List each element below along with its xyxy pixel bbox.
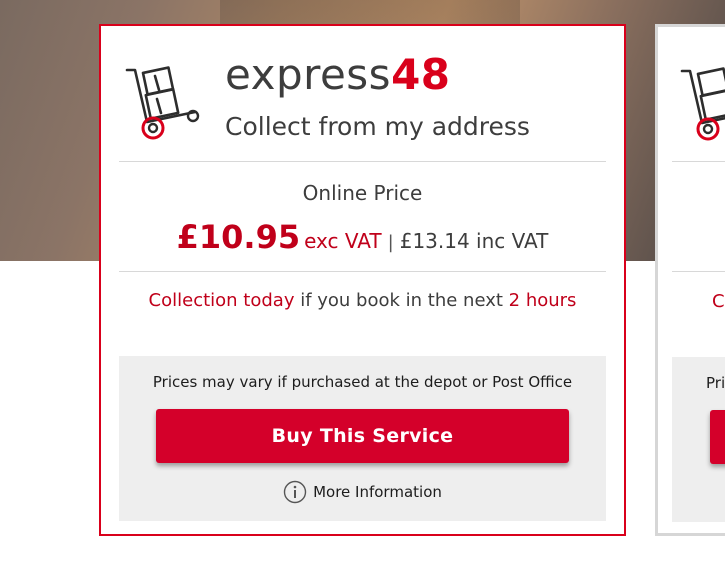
service-title-suffix: 48 bbox=[391, 50, 451, 99]
collection-timing-text-partial: C bbox=[712, 291, 725, 312]
collection-timing-text: Collection today if you book in the next… bbox=[101, 289, 624, 313]
service-title: express48 bbox=[225, 52, 451, 98]
exc-vat-label: exc VAT bbox=[304, 229, 382, 253]
price-separator: | bbox=[387, 232, 394, 253]
price-exc-vat: £10.95 bbox=[176, 218, 301, 256]
service-title-prefix: express bbox=[225, 50, 392, 99]
price-inc-vat: £13.14 inc VAT bbox=[399, 229, 549, 253]
online-price-label: Online Price bbox=[302, 181, 423, 205]
info-icon bbox=[283, 480, 307, 504]
buy-service-button[interactable]: Buy This Service bbox=[156, 409, 569, 463]
service-subtitle: Collect from my address bbox=[225, 112, 530, 141]
divider bbox=[672, 271, 725, 272]
price-row: £10.95 exc VAT | £13.14 inc VAT bbox=[101, 219, 624, 261]
price-variation-notice: Prices may vary if purchased at the depo… bbox=[152, 373, 573, 391]
divider bbox=[672, 161, 725, 162]
price-variation-notice-partial: Pri bbox=[706, 374, 725, 392]
service-card-express48[interactable]: express48 Collect from my address Online… bbox=[99, 24, 626, 536]
card-header: express48 Collect from my address bbox=[101, 26, 624, 162]
card-footer: Pri bbox=[672, 357, 725, 522]
collection-today-highlight: Collection today bbox=[148, 290, 295, 311]
collection-middle-text: if you book in the next bbox=[294, 290, 509, 311]
service-card-next[interactable]: C Pri bbox=[655, 24, 725, 536]
delivery-trolley-icon bbox=[680, 67, 725, 141]
delivery-trolley-icon bbox=[125, 66, 200, 140]
divider bbox=[119, 271, 606, 272]
divider bbox=[119, 161, 606, 162]
more-information-label: More Information bbox=[313, 483, 442, 501]
more-information-link[interactable]: More Information bbox=[119, 480, 606, 504]
buy-service-button-partial[interactable] bbox=[710, 410, 725, 464]
collection-hours-highlight: 2 hours bbox=[508, 290, 577, 311]
card-footer: Prices may vary if purchased at the depo… bbox=[119, 356, 606, 521]
